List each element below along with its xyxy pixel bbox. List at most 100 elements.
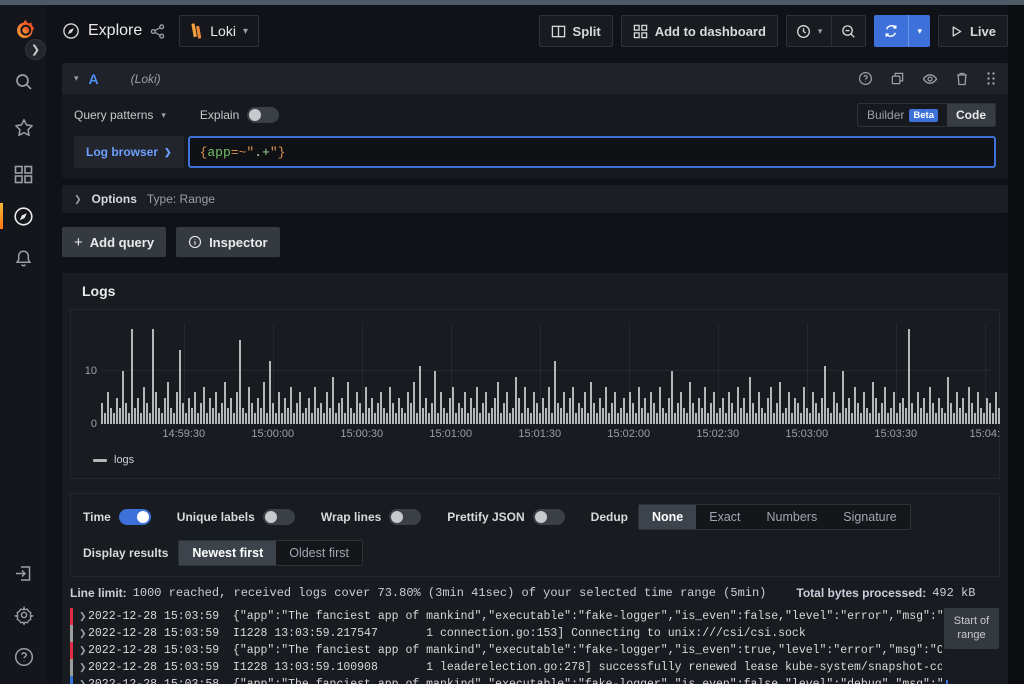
duplicate-query-icon[interactable] — [890, 71, 905, 86]
toggle-time[interactable] — [119, 509, 151, 525]
query-token: " — [270, 145, 278, 160]
options-label[interactable]: Options — [92, 192, 137, 206]
window-top-edge — [0, 0, 1024, 5]
time-picker-button[interactable]: ▾ — [787, 16, 832, 46]
sidebar: ❯ — [0, 5, 47, 684]
share-shortlink-icon[interactable] — [150, 24, 165, 39]
chevron-right-icon: ❯ — [74, 194, 82, 205]
display-option-newest-first[interactable]: Newest first — [179, 541, 276, 565]
explore-compass-icon[interactable] — [0, 203, 47, 229]
add-query-button[interactable]: + Add query — [62, 227, 166, 257]
split-icon — [551, 24, 566, 39]
log-row[interactable]: ❯2022-12-28 15:03:59 I1228 13:03:59.1009… — [70, 659, 942, 676]
y-tick-label: 10 — [75, 365, 97, 377]
code-mode-option[interactable]: Code — [947, 104, 995, 126]
help-icon[interactable] — [0, 644, 47, 670]
datasource-picker[interactable]: Loki ▾ — [179, 15, 259, 47]
query-patterns-dropdown[interactable]: Query patterns — [74, 108, 153, 122]
log-row[interactable]: ❯2022-12-28 15:03:59 {"app":"The fancies… — [70, 608, 942, 625]
log-browser-button[interactable]: Log browser ❯ — [74, 136, 184, 168]
alerting-bell-icon[interactable] — [0, 245, 47, 271]
log-level-indicator — [70, 676, 73, 684]
log-nav-range-line — [946, 680, 948, 684]
x-tick-label: 15:00:30 — [340, 428, 383, 440]
log-row[interactable]: ❯2022-12-28 15:03:59 {"app":"The fancies… — [70, 642, 942, 659]
split-button[interactable]: Split — [539, 15, 613, 47]
expand-row-caret-icon[interactable]: ❯ — [79, 676, 88, 684]
logs-volume-chart: 010 14:59:3015:00:0015:00:3015:01:0015:0… — [70, 309, 1000, 479]
beta-badge: Beta — [909, 109, 938, 122]
chevron-down-icon: ▾ — [818, 26, 823, 37]
log-browser-label: Log browser — [86, 145, 158, 159]
log-row[interactable]: ❯2022-12-28 15:03:59 I1228 13:03:59.2175… — [70, 625, 942, 642]
log-line-text: 2022-12-28 15:03:58 {"app":"The fanciest… — [88, 676, 942, 684]
query-token: app — [207, 145, 230, 160]
builder-mode-option[interactable]: Builder Beta — [858, 104, 947, 126]
dedup-option-none[interactable]: None — [639, 505, 696, 529]
loki-logo-icon — [190, 23, 203, 40]
live-label: Live — [970, 24, 996, 39]
remove-query-trash-icon[interactable] — [955, 71, 969, 86]
legend-series-label[interactable]: logs — [114, 454, 134, 466]
drag-handle-grip-icon[interactable] — [986, 71, 996, 86]
y-gridline — [101, 370, 991, 371]
bytes-processed-value: 492 kB — [932, 586, 975, 600]
x-gridline — [807, 324, 808, 424]
zoom-out-time-button[interactable] — [831, 16, 865, 46]
dashboards-icon[interactable] — [0, 161, 47, 187]
dedup-option-numbers[interactable]: Numbers — [754, 505, 831, 529]
display-results-label: Display results — [83, 546, 168, 560]
add-to-dashboard-button[interactable]: Add to dashboard — [621, 15, 778, 47]
display-option-oldest-first[interactable]: Oldest first — [276, 541, 362, 565]
toggle-unique-labels[interactable] — [263, 509, 295, 525]
dedup-label: Dedup — [591, 510, 628, 524]
expand-row-caret-icon[interactable]: ❯ — [79, 625, 88, 642]
toggle-label: Wrap lines — [321, 510, 381, 524]
log-rows-list: ❯2022-12-28 15:03:59 {"app":"The fancies… — [70, 608, 942, 684]
run-query-split-button: ▾ — [874, 15, 930, 47]
chevron-down-icon: ▾ — [917, 26, 922, 37]
inspector-button[interactable]: Inspector — [176, 227, 280, 257]
hide-response-eye-icon[interactable] — [922, 71, 938, 87]
x-gridline — [985, 324, 986, 424]
x-tick-label: 15:00:00 — [251, 428, 294, 440]
query-token: .+ — [254, 145, 270, 160]
logs-options-box: TimeUnique labelsWrap linesPrettify JSON… — [70, 493, 1000, 577]
expand-row-caret-icon[interactable]: ❯ — [79, 608, 88, 625]
line-limit-label: Line limit: — [70, 586, 127, 600]
x-gridline — [540, 324, 541, 424]
expand-row-caret-icon[interactable]: ❯ — [79, 642, 88, 659]
log-row[interactable]: ❯2022-12-28 15:03:58 {"app":"The fancies… — [70, 676, 942, 684]
x-tick-label: 15:03:30 — [874, 428, 917, 440]
add-query-label: Add query — [90, 235, 154, 250]
expand-row-caret-icon[interactable]: ❯ — [79, 659, 88, 676]
query-options-row[interactable]: ❯ Options Type: Range — [62, 185, 1008, 213]
run-query-button[interactable] — [874, 15, 908, 47]
query-row-header[interactable]: ▾ A (Loki) — [62, 63, 1008, 94]
info-circle-icon — [188, 235, 202, 249]
toggle-prettify-json[interactable] — [533, 509, 565, 525]
help-circle-icon[interactable] — [858, 71, 873, 86]
query-editor-card: ▾ A (Loki) — [62, 63, 1008, 213]
sign-in-icon[interactable] — [0, 560, 47, 586]
refresh-interval-dropdown[interactable]: ▾ — [908, 15, 930, 47]
collapse-caret-icon[interactable]: ▾ — [74, 73, 79, 84]
query-code-input[interactable]: {app=~".+"} — [188, 136, 996, 168]
live-button[interactable]: Live — [938, 15, 1008, 47]
x-gridline — [718, 324, 719, 424]
sidebar-bottom-group — [0, 560, 47, 670]
sidebar-expand-button[interactable]: ❯ — [25, 39, 46, 60]
dedup-group: NoneExactNumbersSignature — [638, 504, 911, 530]
configuration-gear-icon[interactable] — [0, 602, 47, 628]
dedup-option-exact[interactable]: Exact — [696, 505, 753, 529]
explain-toggle[interactable] — [247, 107, 279, 123]
search-icon[interactable] — [0, 69, 47, 95]
chart-plot-area[interactable]: 010 — [101, 324, 991, 424]
datasource-hint: (Loki) — [131, 72, 161, 86]
starred-icon[interactable] — [0, 115, 47, 141]
log-level-indicator — [70, 608, 73, 625]
start-of-range-button[interactable]: Start of range — [944, 608, 999, 649]
toggle-wrap-lines[interactable] — [389, 509, 421, 525]
query-token: } — [278, 145, 286, 160]
dedup-option-signature[interactable]: Signature — [830, 505, 910, 529]
